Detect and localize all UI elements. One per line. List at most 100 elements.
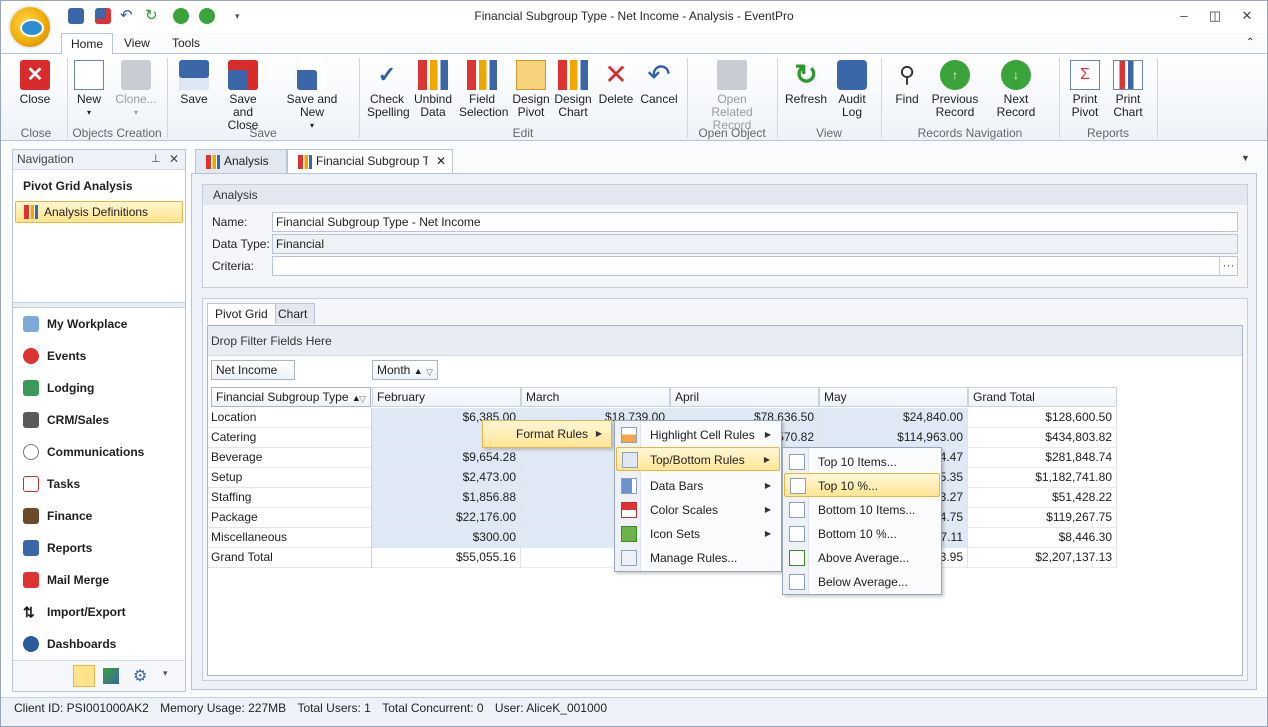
row-header[interactable]: Setup [208, 468, 372, 488]
clone-button[interactable]: Clone... ▾ [111, 60, 161, 119]
pivot-cell[interactable]: $9,654.28 [372, 448, 521, 468]
pivot-cell[interactable]: $51,428.22 [968, 488, 1117, 508]
column-header-february[interactable]: February [372, 387, 521, 407]
sidebar-item-tasks[interactable]: Tasks [23, 473, 183, 495]
print-pivot-button[interactable]: Σ Print Pivot [1065, 60, 1105, 119]
sidebar-item-mail-merge[interactable]: Mail Merge [23, 569, 183, 591]
data-type-field[interactable]: Financial [272, 234, 1238, 254]
pivot-cell[interactable]: $2,207,137.13 [968, 548, 1117, 568]
pivot-cell[interactable]: $24,840.00 [819, 408, 968, 428]
maximize-button[interactable]: ◫ [1204, 8, 1226, 24]
data-field-net-income[interactable]: Net Income [211, 360, 295, 380]
check-spelling-button[interactable]: ✓ Check Spelling [365, 60, 410, 119]
chevron-down-icon[interactable]: ▾ [163, 668, 168, 679]
save-button[interactable]: Save [175, 60, 213, 106]
menu-item-top-10-percent[interactable]: Top 10 %... [784, 473, 940, 497]
menu-item-top-10-items[interactable]: Top 10 Items... [784, 450, 940, 474]
tab-chart[interactable]: Chart [270, 303, 316, 324]
row-header[interactable]: Location [208, 408, 372, 428]
pivot-cell[interactable]: $1,856.88 [372, 488, 521, 508]
row-header[interactable]: Beverage [208, 448, 372, 468]
filter-drop-area[interactable]: Drop Filter Fields Here [208, 326, 1242, 356]
previous-record-button[interactable]: ↑ Previous Record [929, 60, 981, 119]
sidebar-item-my-workplace[interactable]: My Workplace [23, 313, 183, 335]
menu-item-format-rules[interactable]: Format Rules ▶ [483, 422, 611, 446]
pivot-cell[interactable]: $119,267.75 [968, 508, 1117, 528]
pivot-cell[interactable]: $434,803.82 [968, 428, 1117, 448]
menu-item-icon-sets[interactable]: Icon Sets ▶ [616, 522, 780, 546]
close-window-button[interactable]: ✕ [1236, 8, 1258, 24]
save-and-close-button[interactable]: Save and Close [217, 60, 269, 132]
tab-financial-subgroup-type[interactable]: Financial Subgroup Type ✕ [287, 149, 453, 173]
pivot-cell[interactable]: $128,600.50 [968, 408, 1117, 428]
print-chart-button[interactable]: Print Chart [1107, 60, 1149, 119]
sidebar-item-analysis-definitions[interactable]: Analysis Definitions [15, 201, 183, 223]
next-record-button[interactable]: ↓ Next Record [983, 60, 1049, 119]
sidebar-item-events[interactable]: Events [23, 345, 183, 367]
menu-item-manage-rules[interactable]: Manage Rules... [616, 546, 780, 570]
menu-item-data-bars[interactable]: Data Bars ▶ [616, 474, 780, 498]
column-header-grand-total[interactable]: Grand Total [968, 387, 1117, 407]
tab-home[interactable]: Home [61, 33, 114, 54]
row-field-financial-subgroup-type[interactable]: Financial Subgroup Type ▲ ▽ [211, 387, 371, 407]
unbind-data-button[interactable]: Unbind Data [413, 60, 453, 119]
tab-list-dropdown-icon[interactable]: ▼ [1241, 153, 1250, 163]
pivot-cell[interactable]: $2,473.00 [372, 468, 521, 488]
column-field-month[interactable]: Month ▲ ▽ [372, 360, 438, 380]
menu-item-highlight-cell-rules[interactable]: Highlight Cell Rules ▶ [616, 423, 780, 447]
sidebar-item-finance[interactable]: Finance [23, 505, 183, 527]
menu-item-color-scales[interactable]: Color Scales ▶ [616, 498, 780, 522]
pivot-analysis-icon[interactable] [73, 665, 95, 687]
menu-item-bottom-10-percent[interactable]: Bottom 10 %... [784, 522, 940, 546]
design-chart-button[interactable]: Design Chart [553, 60, 593, 119]
save-and-new-button[interactable]: Save and New ▾ [275, 60, 349, 132]
panel-splitter[interactable] [13, 302, 185, 308]
gear-icon[interactable]: ⚙ [133, 666, 147, 686]
open-related-record-button[interactable]: Open Related Record [693, 60, 771, 132]
sidebar-item-reports[interactable]: Reports [23, 537, 183, 559]
sidebar-item-import-export[interactable]: ⇅ Import/Export [23, 601, 183, 623]
refresh-button[interactable]: ↻ Refresh [783, 60, 829, 106]
menu-item-below-average[interactable]: Below Average... [784, 570, 940, 594]
sidebar-item-lodging[interactable]: Lodging [23, 377, 183, 399]
cancel-button[interactable]: ↶ Cancel [639, 60, 679, 106]
menu-item-above-average[interactable]: Above Average... [784, 546, 940, 570]
column-header-may[interactable]: May [819, 387, 968, 407]
pivot-cell[interactable]: $22,176.00 [372, 508, 521, 528]
new-button[interactable]: New ▾ [71, 60, 107, 119]
row-header[interactable]: Miscellaneous [208, 528, 372, 548]
row-header[interactable]: Staffing [208, 488, 372, 508]
pivot-cell[interactable]: $114,963.00 [819, 428, 968, 448]
tab-pivot-grid[interactable]: Pivot Grid [207, 303, 276, 324]
audit-log-button[interactable]: Audit Log [831, 60, 873, 119]
collapse-ribbon-icon[interactable]: ⌃ [1237, 33, 1263, 54]
row-header[interactable]: Catering [208, 428, 372, 448]
criteria-field[interactable]: ··· [272, 256, 1238, 276]
find-button[interactable]: ⚲ Find [887, 60, 927, 106]
tab-view[interactable]: View [115, 33, 159, 54]
pivot-cell[interactable]: $8,446.30 [968, 528, 1117, 548]
criteria-ellipsis-button[interactable]: ··· [1219, 257, 1237, 275]
sidebar-item-dashboards[interactable]: Dashboards [23, 633, 183, 655]
row-header[interactable]: Package [208, 508, 372, 528]
close-panel-icon[interactable]: ✕ [169, 150, 179, 169]
delete-button[interactable]: ✕ Delete [597, 60, 635, 106]
name-field[interactable]: Financial Subgroup Type - Net Income [272, 212, 1238, 232]
sidebar-item-communications[interactable]: Communications [23, 441, 183, 463]
menu-item-top-bottom-rules[interactable]: Top/Bottom Rules ▶ [616, 447, 780, 471]
column-header-march[interactable]: March [521, 387, 670, 407]
field-selection-button[interactable]: Field Selection [457, 60, 508, 119]
chart-analysis-icon[interactable] [103, 668, 119, 684]
menu-item-bottom-10-items[interactable]: Bottom 10 Items... [784, 498, 940, 522]
pin-icon[interactable]: ⊥ [151, 150, 161, 169]
close-button[interactable]: ✕ Close [13, 60, 57, 106]
row-header[interactable]: Grand Total [208, 548, 372, 568]
minimize-button[interactable]: ‒ [1173, 8, 1195, 24]
design-pivot-button[interactable]: Design Pivot [511, 60, 551, 119]
pivot-cell[interactable]: $1,182,741.80 [968, 468, 1117, 488]
tab-tools[interactable]: Tools [163, 33, 209, 54]
pivot-cell[interactable]: $300.00 [372, 528, 521, 548]
sidebar-item-crm-sales[interactable]: CRM/Sales [23, 409, 183, 431]
pivot-cell[interactable]: $281,848.74 [968, 448, 1117, 468]
column-header-april[interactable]: April [670, 387, 819, 407]
